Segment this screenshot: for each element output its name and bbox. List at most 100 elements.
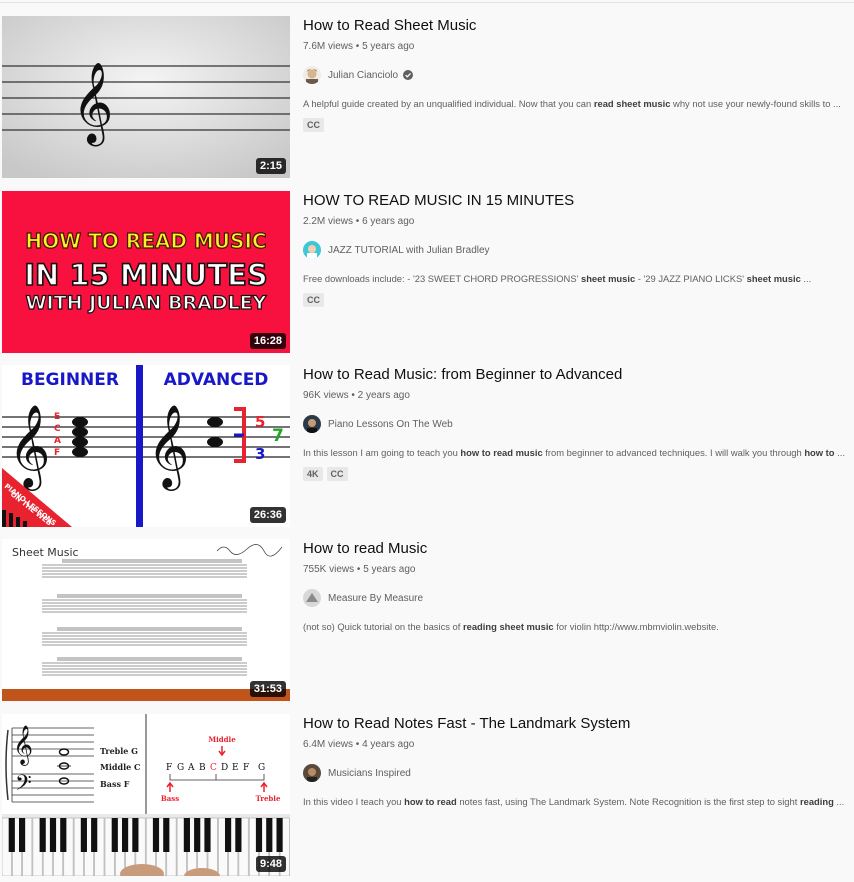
black-key [255,818,263,852]
video-title[interactable]: How to Read Notes Fast - The Landmark Sy… [303,714,851,734]
channel-avatar[interactable] [303,415,321,433]
upload-age: 5 years ago [363,564,416,575]
channel-avatar[interactable] [303,589,321,607]
thumb-letter: G [177,763,184,773]
channel-name[interactable]: Julian Cianciolo [328,70,398,81]
thumbnail-image-staff-treble-clef: 𝄞 [2,16,290,178]
thumb-line-3: WITH JULIAN BRADLEY [26,292,267,314]
cc-badge: CC [326,467,348,481]
black-key [204,818,211,852]
thumb-note-c: C [54,424,61,434]
thumb-letter: E [232,763,239,773]
thumb-letter: D [221,763,228,773]
thumb-letter: C [210,763,217,773]
thumb-letter: B [199,763,206,773]
thumbnail-image-sheet-music-score: Sheet Music [2,539,290,701]
badge-list: 4K CC [303,467,851,481]
view-count: 2.2M views [303,216,354,227]
black-key [111,818,118,852]
video-title[interactable]: How to Read Music: from Beginner to Adva… [303,365,851,385]
channel-avatar[interactable] [303,241,321,259]
svg-text:𝄞: 𝄞 [147,403,190,491]
black-key [18,818,26,852]
black-key [60,818,67,852]
cc-badge: CC [303,293,324,307]
black-key [266,818,273,852]
thumb-middle-c: Middle C [100,762,140,772]
channel-row[interactable]: Piano Lessons On The Web [303,415,851,433]
black-key [235,818,242,852]
svg-text:𝄞: 𝄞 [72,61,113,146]
thumb-sheet-music-label: Sheet Music [12,546,79,559]
duration-badge: 16:28 [249,333,286,349]
black-key [183,818,190,852]
duration-badge: 31:53 [249,681,286,697]
svg-text:𝄞: 𝄞 [13,725,33,766]
channel-row[interactable]: JAZZ TUTORIAL with Julian Bradley [303,241,851,259]
video-result[interactable]: Sheet Music 31:53 How to read Music 755K… [0,539,854,705]
black-key [163,818,170,852]
black-key [8,818,15,852]
video-title[interactable]: How to Read Sheet Music [303,16,851,36]
view-count: 755K views [303,564,355,575]
video-thumbnail[interactable]: BEGINNER ADVANCED 𝄞 𝄞 E C A F 5 7 3 PIAN… [2,365,290,527]
thumbnail-image-landmark-system: 𝄞 𝄢 Treble G Middle C Bass F Middle F G … [2,714,290,876]
black-key [91,818,98,852]
upload-age: 4 years ago [362,739,415,750]
video-description: Free downloads include: - '23 SWEET CHOR… [303,273,812,284]
thumb-interval-5: 5 [255,413,265,431]
thumb-advanced: ADVANCED [164,370,269,390]
video-title[interactable]: HOW TO READ MUSIC IN 15 MINUTES [303,191,851,211]
channel-row[interactable]: Measure By Measure [303,589,851,607]
channel-name[interactable]: Piano Lessons On The Web [328,419,453,430]
svg-text:𝄞: 𝄞 [8,403,51,491]
video-result[interactable]: HOW TO READ MUSIC IN 15 MINUTES WITH JUL… [0,191,854,357]
video-meta: 6.4M views • 4 years ago [303,738,851,752]
video-meta: 755K views • 5 years ago [303,563,851,577]
thumb-interval-7: 7 [272,426,284,446]
thumb-note-a: A [54,436,61,446]
video-thumbnail[interactable]: HOW TO READ MUSIC IN 15 MINUTES WITH JUL… [2,191,290,353]
thumb-interval-3: 3 [255,445,265,463]
thumb-letter: A [187,763,195,773]
video-result[interactable]: 𝄞 𝄢 Treble G Middle C Bass F Middle F G … [0,714,854,880]
black-key [80,818,87,852]
thumb-letter: G [258,763,265,773]
video-description: (not so) Quick tutorial on the basics of… [303,621,719,632]
channel-avatar[interactable] [303,764,321,782]
duration-badge: 2:15 [255,158,286,174]
thumb-note-e: E [54,412,60,422]
view-count: 96K views [303,390,349,401]
black-key [152,818,160,852]
video-meta: 7.6M views • 5 years ago [303,40,851,54]
video-description: In this lesson I am going to teach you h… [303,447,845,458]
view-count: 6.4M views [303,739,354,750]
top-divider [0,0,854,3]
thumb-line-2: IN 15 MINUTES [24,258,268,292]
thumb-middle-label: Middle [208,735,236,744]
thumbnail-image-how-to-read-music: HOW TO READ MUSIC IN 15 MINUTES WITH JUL… [2,191,290,353]
black-key [194,818,201,852]
video-result[interactable]: 𝄞 2:15 How to Read Sheet Music 7.6M view… [0,16,854,182]
video-meta: 96K views • 2 years ago [303,389,851,403]
channel-name[interactable]: Measure By Measure [328,593,423,604]
video-thumbnail[interactable]: 𝄞 𝄢 Treble G Middle C Bass F Middle F G … [2,714,290,876]
thumb-note-f: F [54,448,60,458]
video-result[interactable]: BEGINNER ADVANCED 𝄞 𝄞 E C A F 5 7 3 PIAN… [0,365,854,531]
black-key [39,818,46,852]
video-thumbnail[interactable]: 𝄞 2:15 [2,16,290,178]
video-description: A helpful guide created by an unqualifie… [303,98,841,109]
thumb-treble-g: Treble G [100,746,138,756]
upload-age: 5 years ago [362,41,415,52]
thumbnail-image-beginner-advanced: BEGINNER ADVANCED 𝄞 𝄞 E C A F 5 7 3 PIAN… [2,365,290,527]
black-key [132,818,139,852]
channel-avatar[interactable] [303,66,321,84]
thumb-bass-f: Bass F [100,779,130,789]
video-thumbnail[interactable]: Sheet Music 31:53 [2,539,290,701]
video-title[interactable]: How to read Music [303,539,851,559]
channel-name[interactable]: Musicians Inspired [328,768,411,779]
channel-row[interactable]: Julian Cianciolo [303,66,851,84]
duration-badge: 9:48 [255,856,286,872]
channel-row[interactable]: Musicians Inspired [303,764,851,782]
channel-name[interactable]: JAZZ TUTORIAL with Julian Bradley [328,245,490,256]
